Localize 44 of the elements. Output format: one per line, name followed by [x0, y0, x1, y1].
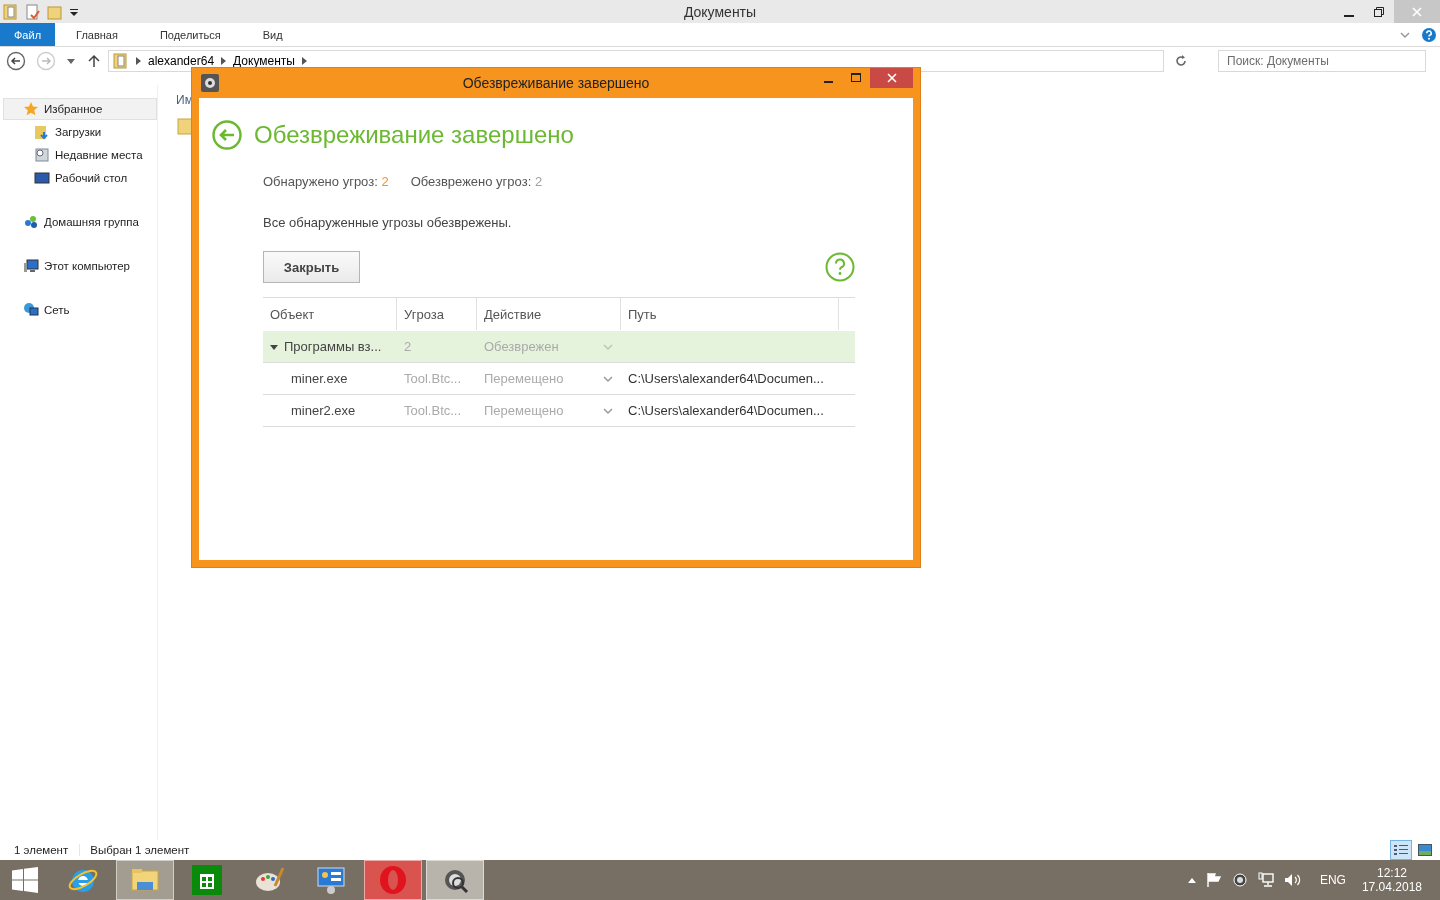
- table-cell: miner.exe: [291, 371, 348, 386]
- clock-time[interactable]: 12:12: [1376, 866, 1407, 880]
- ribbon-tab[interactable]: Главная: [55, 23, 139, 46]
- stat-text: Обнаружено угроз: 2: [263, 174, 389, 189]
- table-cell: 2: [404, 339, 412, 354]
- dialog-heading: Обезвреживание завершено: [254, 121, 574, 149]
- close-dialog-button[interactable]: Закрыть: [263, 251, 360, 283]
- table-row[interactable]: miner.exe Tool.Btc... Перемещено C:\Users\alexander64\Documen...: [263, 363, 855, 395]
- table-cell: Перемещено: [484, 403, 564, 418]
- table-cell: Программы вз...: [284, 339, 382, 354]
- nav-item[interactable]: Домашняя группа: [3, 211, 157, 233]
- table-cell: Tool.Btc...: [404, 371, 462, 386]
- search-field[interactable]: Поиск: Документы: [1218, 50, 1426, 72]
- nav-item[interactable]: Недавние места: [3, 144, 157, 166]
- result-message: Все обнаруженные угрозы обезврежены.: [263, 215, 513, 230]
- nav-item[interactable]: Этот компьютер: [3, 255, 157, 277]
- column-header[interactable]: Угроза: [397, 298, 477, 330]
- nav-item[interactable]: Рабочий стол: [3, 167, 157, 189]
- nav-item[interactable]: Сеть: [3, 299, 157, 321]
- ribbon-tab[interactable]: Поделиться: [138, 23, 242, 46]
- ribbon-tab[interactable]: Вид: [241, 23, 304, 46]
- table-row[interactable]: miner2.exe Tool.Btc... Перемещено C:\Users\alexander64\Documen...: [263, 395, 855, 427]
- table-cell: Tool.Btc...: [404, 403, 462, 418]
- table-cell: miner2.exe: [291, 403, 356, 418]
- language-indicator[interactable]: ENG: [1319, 873, 1346, 887]
- column-header[interactable]: Объект: [263, 298, 397, 330]
- column-header[interactable]: Путь: [621, 298, 839, 330]
- status-text: Выбран 1 элемент: [90, 844, 191, 856]
- breadcrumb[interactable]: alexander64: [148, 54, 215, 68]
- column-header[interactable]: Действие: [477, 298, 621, 330]
- nav-item[interactable]: Загрузки: [3, 121, 157, 143]
- clock-date[interactable]: 17.04.2018: [1361, 880, 1422, 894]
- breadcrumb[interactable]: Документы: [233, 54, 295, 68]
- ribbon-tab[interactable]: Файл: [0, 23, 56, 46]
- table-row[interactable]: Программы вз... 2 Обезврежен: [263, 331, 855, 363]
- window-title: Документы: [683, 3, 757, 20]
- table-cell: C:\Users\alexander64\Documen...: [628, 371, 824, 386]
- status-text: 1 элемент: [14, 844, 81, 856]
- table-cell: C:\Users\alexander64\Documen...: [628, 403, 824, 418]
- nav-item[interactable]: Избранное: [3, 98, 157, 120]
- table-cell: Обезврежен: [484, 339, 559, 354]
- dialog-title: Обезвреживание завершено: [462, 75, 650, 91]
- table-cell: Перемещено: [484, 371, 564, 386]
- stat-text: Обезврежено угроз: 2: [410, 174, 543, 189]
